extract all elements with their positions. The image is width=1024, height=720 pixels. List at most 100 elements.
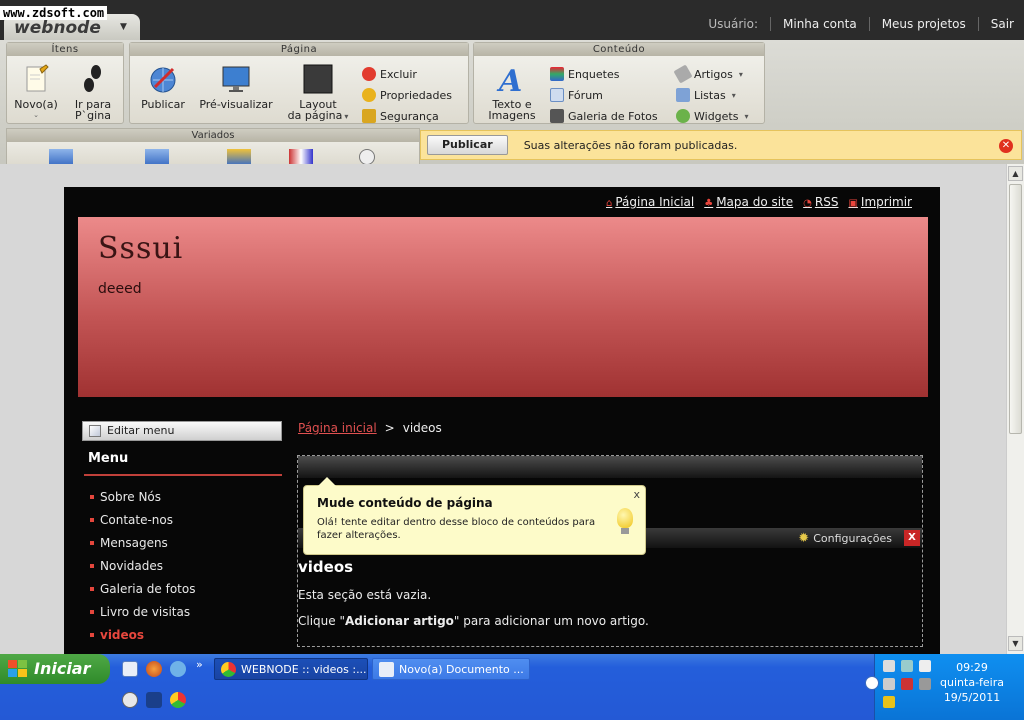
new-item-button[interactable]: Novo(a) ⌄ xyxy=(11,63,61,121)
breadcrumb: Página inicial > videos xyxy=(298,421,442,435)
photo-gallery-button[interactable]: Galeria de Fotos xyxy=(550,109,658,123)
bullet-icon xyxy=(90,609,94,614)
misc-tool-icon[interactable] xyxy=(359,149,375,165)
watermark: www.zdsoft.com xyxy=(0,6,108,20)
start-label: Iniciar xyxy=(34,659,91,678)
breadcrumb-home-link[interactable]: Página inicial xyxy=(298,421,377,435)
menu-item-livro-visitas[interactable]: Livro de visitas xyxy=(90,600,195,623)
ie-icon[interactable] xyxy=(122,661,138,677)
scrollbar-thumb[interactable] xyxy=(1009,184,1022,434)
page-layout-label-2: da página ▾ xyxy=(287,109,349,122)
misc-edit-icon[interactable] xyxy=(227,149,251,165)
task-webnode[interactable]: WEBNODE :: videos :... xyxy=(214,658,368,680)
menu-item-novidades[interactable]: Novidades xyxy=(90,554,195,577)
edit-menu-button[interactable]: Editar menu xyxy=(82,421,282,441)
widgets-button[interactable]: Widgets ▾ xyxy=(676,109,748,123)
delete-button[interactable]: Excluir xyxy=(362,67,417,81)
settings-label: Configurações xyxy=(813,532,892,545)
articles-button[interactable]: Artigos ▾ xyxy=(673,64,743,84)
warning-icon[interactable] xyxy=(883,696,895,708)
globe-publish-icon xyxy=(147,63,179,95)
text-images-button[interactable]: A Texto e Imagens xyxy=(480,63,544,121)
my-projects-link[interactable]: Meus projetos xyxy=(882,17,966,31)
ribbon-group-conteudo: Conteúdo A Texto e Imagens Enquetes Fóru… xyxy=(473,42,765,124)
search-icon[interactable] xyxy=(883,678,895,690)
tray-app-icon[interactable] xyxy=(901,678,913,690)
clock[interactable]: 09:29 quinta-feira 19/5/2011 xyxy=(940,660,1004,705)
menu-item-videos[interactable]: videos xyxy=(90,623,195,646)
notice-publish-button[interactable]: Publicar xyxy=(427,135,508,155)
bullet-icon xyxy=(90,632,94,637)
bullet-icon xyxy=(90,586,94,591)
misc-stats-icon[interactable] xyxy=(145,149,169,165)
monitor-icon[interactable] xyxy=(901,660,913,672)
volume-icon[interactable] xyxy=(919,660,931,672)
widgets-label: Widgets xyxy=(694,109,739,123)
security-label: Segurança xyxy=(380,109,439,123)
print-link[interactable]: ▣ Imprimir xyxy=(848,195,912,209)
language-flag-icon[interactable] xyxy=(289,149,313,165)
security-button[interactable]: Segurança xyxy=(362,109,439,123)
network-icon[interactable] xyxy=(883,660,895,672)
scroll-down-icon[interactable]: ▼ xyxy=(1008,636,1023,651)
forum-label: Fórum xyxy=(568,88,603,102)
photoshop-icon[interactable] xyxy=(146,692,162,708)
preview-button[interactable]: Pré-visualizar xyxy=(196,63,276,110)
forum-icon xyxy=(550,88,564,102)
menu-item-contate-nos[interactable]: Contate-nos xyxy=(90,508,195,531)
print-icon: ▣ xyxy=(848,198,858,209)
section-title[interactable]: videos xyxy=(298,558,353,576)
unpublished-notice: Publicar Suas alterações não foram publi… xyxy=(420,130,1022,160)
notice-text: Suas alterações não foram publicadas. xyxy=(523,138,738,152)
home-icon: ⌂ xyxy=(606,198,613,209)
poll-icon xyxy=(550,67,564,81)
widgets-icon xyxy=(676,109,690,123)
page-layout-button[interactable]: Layout da página ▾ xyxy=(282,63,354,122)
chevron-right-icon[interactable]: » xyxy=(196,658,203,671)
lists-button[interactable]: Listas ▾ xyxy=(676,88,736,102)
rss-link[interactable]: ◔ RSS xyxy=(803,195,838,209)
go-to-page-button[interactable]: Ir para P`gina xyxy=(65,63,121,121)
my-account-link[interactable]: Minha conta xyxy=(783,17,857,31)
bullet-icon xyxy=(90,517,94,522)
menu-item-sobre-nos[interactable]: Sobre Nós xyxy=(90,485,195,508)
scroll-up-icon[interactable]: ▲ xyxy=(1008,166,1023,181)
firefox-icon[interactable] xyxy=(146,661,162,677)
tray-app-icon[interactable] xyxy=(919,678,931,690)
messenger-icon[interactable] xyxy=(170,661,186,677)
menu-item-galeria[interactable]: Galeria de fotos xyxy=(90,577,195,600)
chevron-left-icon[interactable] xyxy=(865,676,879,690)
logout-link[interactable]: Sair xyxy=(991,17,1014,31)
vertical-scrollbar[interactable]: ▲ ▼ xyxy=(1006,164,1024,654)
tooltip-title: Mude conteúdo de página xyxy=(317,496,493,510)
polls-button[interactable]: Enquetes xyxy=(550,67,619,81)
chrome-icon[interactable] xyxy=(170,692,186,708)
media-player-icon[interactable] xyxy=(122,692,138,708)
chevron-down-icon: ⌄ xyxy=(33,111,39,119)
sitemap-icon: ♣ xyxy=(704,198,714,209)
forum-button[interactable]: Fórum xyxy=(550,88,603,102)
group-title: Página xyxy=(130,43,468,56)
misc-chart-icon[interactable] xyxy=(49,149,73,165)
close-icon[interactable]: ✕ xyxy=(999,139,1013,153)
clock-day: quinta-feira xyxy=(940,676,1004,689)
settings-button[interactable]: ✹ Configurações xyxy=(798,531,892,546)
home-link[interactable]: ⌂ Página Inicial xyxy=(606,195,694,209)
go-to-page-label-2: P`gina xyxy=(75,109,111,122)
task-document[interactable]: Novo(a) Documento ... xyxy=(372,658,530,680)
sitemap-link[interactable]: ♣ Mapa do site xyxy=(704,195,793,209)
close-icon[interactable]: x xyxy=(633,488,640,501)
delete-icon xyxy=(362,67,376,81)
site-title[interactable]: Sssui xyxy=(98,231,183,266)
photo-gallery-label: Galeria de Fotos xyxy=(568,109,658,123)
delete-block-button[interactable]: X xyxy=(904,530,920,546)
photo-gallery-icon xyxy=(550,109,564,123)
start-button[interactable]: Iniciar xyxy=(0,654,110,684)
publish-button[interactable]: Publicar xyxy=(136,63,190,110)
add-article-link[interactable]: Adicionar artigo xyxy=(345,614,454,628)
properties-button[interactable]: Propriedades xyxy=(362,88,452,102)
site-subtitle[interactable]: deeed xyxy=(98,281,142,297)
menu-item-mensagens[interactable]: Mensagens xyxy=(90,531,195,554)
menu-title: Menu xyxy=(88,451,129,466)
edit-menu-label: Editar menu xyxy=(107,424,175,437)
